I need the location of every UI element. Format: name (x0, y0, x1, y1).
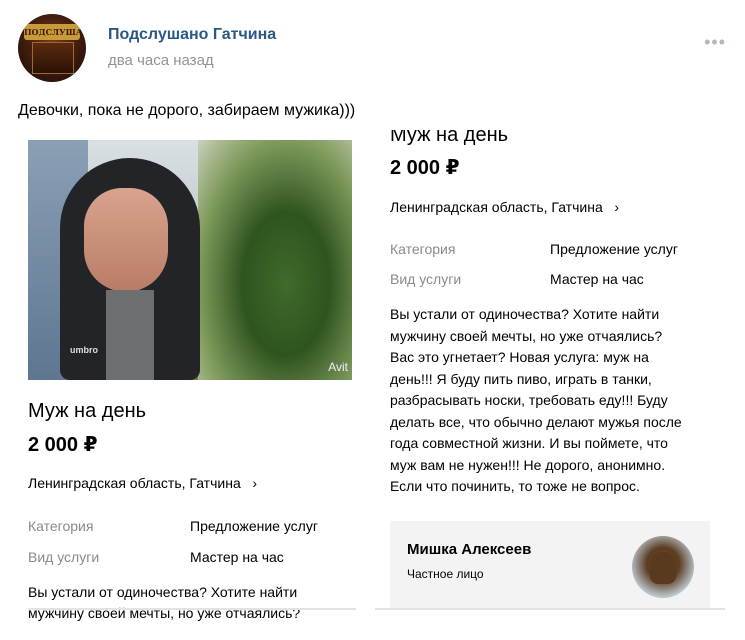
desc-line: мужчину своей мечты, но уже отчаялись? (390, 327, 663, 344)
service-label: Вид услуги (28, 549, 100, 565)
umbro-logo: umbro (70, 345, 98, 355)
seller-name[interactable]: Мишка Алексеев (407, 541, 531, 558)
group-name-link[interactable]: Подслушано Гатчина (108, 26, 276, 44)
location-text: Ленинградская область, Гатчина (390, 199, 603, 215)
listing-location: Ленинградская область, Гатчина › (28, 475, 257, 491)
desc-line: день!!! Я буду пить пиво, играть в танки… (390, 370, 652, 387)
right-listing-screenshot[interactable]: Муж на день 2 000 ₽ Ленинградская област… (390, 120, 720, 640)
desc-line: года совместной жизни. И вы поймете, что (390, 435, 668, 451)
desc-line: мужчину своей мечты, но уже отчаялись? (28, 605, 301, 621)
more-dots-icon[interactable]: ••• (704, 32, 726, 53)
listing-description: Вы устали от одиночества? Хотите найти м… (390, 304, 715, 498)
post-time[interactable]: два часа назад (108, 52, 214, 69)
desc-line: Вас это угнетает? Новая услуга: муж на (390, 349, 649, 365)
service-value: Мастер на час (190, 549, 284, 565)
seller-card[interactable]: Мишка Алексеев Частное лицо (390, 521, 710, 609)
category-label: Категория (390, 241, 456, 257)
listing-photo: umbro Avit (28, 140, 352, 380)
service-label: Вид услуги (390, 271, 462, 287)
chevron-right-icon: › (606, 199, 620, 215)
listing-price: 2 000 ₽ (390, 157, 460, 179)
left-listing-screenshot[interactable]: umbro Avit Муж на день 2 000 ₽ Ленинград… (28, 132, 356, 640)
desc-line: муж вам не нужен!!! Не дорого, анонимно. (390, 456, 666, 473)
avatar-scene (32, 42, 74, 74)
category-value: Предложение услуг (190, 518, 318, 534)
location-text: Ленинградская область, Гатчина (28, 475, 241, 491)
group-avatar[interactable]: ПОДСЛУШАНО ГАТЧИНА (18, 14, 86, 82)
listing-price: 2 000 ₽ (28, 434, 98, 456)
desc-line: разбрасывать носки, требовать еду!!! Буд… (390, 392, 668, 408)
avatar-banner-text: ПОДСЛУШАНО ГАТЧИНА (24, 24, 86, 53)
seller-type: Частное лицо (407, 567, 484, 581)
seller-avatar[interactable] (632, 536, 694, 598)
desc-line: Вы устали от одиночества? Хотите найти (390, 306, 660, 322)
category-value: Предложение услуг (550, 241, 678, 257)
desc-line: Вы устали от одиночества? Хотите найти (28, 584, 298, 600)
listing-title: Муж на день (28, 400, 147, 422)
post-header: ПОДСЛУШАНО ГАТЧИНА Подслушано Гатчина дв… (18, 14, 728, 84)
desc-line: делать все, что обычно делают мужья посл… (390, 413, 682, 430)
post-text: Девочки, пока не дорого, забираем мужика… (18, 102, 356, 119)
service-value: Мастер на час (550, 271, 644, 287)
bear-icon (650, 552, 676, 584)
desc-line: Если что починить, то тоже не вопрос. (390, 478, 640, 494)
photo-watermark: Avit (328, 360, 348, 374)
palm-plant (198, 140, 352, 380)
chevron-right-icon: › (244, 475, 258, 491)
listing-location: Ленинградская область, Гатчина › (390, 199, 619, 215)
category-label: Категория (28, 518, 94, 534)
listing-description: Вы устали от одиночества? Хотите найти м… (28, 582, 338, 624)
